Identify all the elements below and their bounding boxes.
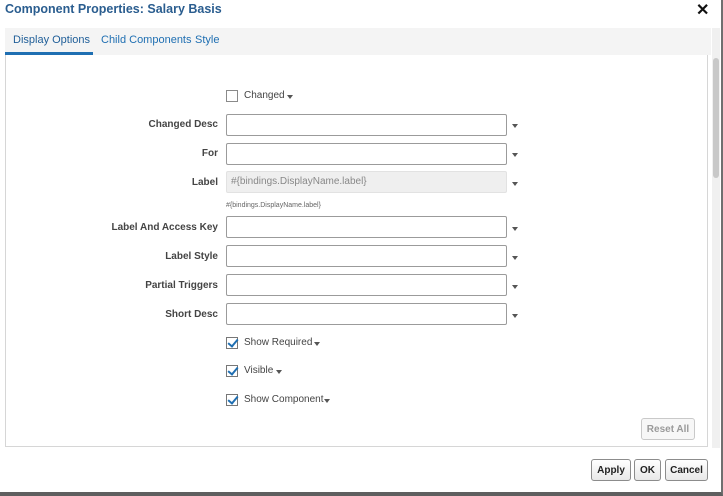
changed-desc-dropdown-icon[interactable] xyxy=(512,124,518,128)
short-desc-dropdown-icon[interactable] xyxy=(512,314,518,318)
changed-label[interactable]: Changed xyxy=(244,90,285,101)
label-access-key-label: Label And Access Key xyxy=(111,222,218,233)
label-style-input[interactable] xyxy=(226,245,507,267)
visible-label[interactable]: Visible xyxy=(244,365,273,376)
reset-all-button[interactable]: Reset All xyxy=(641,418,695,440)
changed-dropdown-icon[interactable] xyxy=(287,95,293,99)
changed-checkbox[interactable] xyxy=(226,90,238,102)
cancel-button[interactable]: Cancel xyxy=(665,459,708,481)
label-hint-text: #{bindings.DisplayName.label} xyxy=(226,202,321,209)
changed-desc-input[interactable] xyxy=(226,114,507,136)
label-style-dropdown-icon[interactable] xyxy=(512,256,518,260)
changed-desc-label: Changed Desc xyxy=(148,119,218,130)
close-icon[interactable]: ✕ xyxy=(696,0,709,20)
label-label: Label xyxy=(191,177,218,188)
ok-button[interactable]: OK xyxy=(634,459,661,481)
apply-button[interactable]: Apply xyxy=(591,459,631,481)
vertical-scrollbar[interactable] xyxy=(712,28,720,448)
show-required-dropdown-icon[interactable] xyxy=(314,342,320,346)
component-properties-dialog: Component Properties: Salary Basis ✕ Dis… xyxy=(0,0,723,496)
label-access-key-dropdown-icon[interactable] xyxy=(512,227,518,231)
label-dropdown-icon[interactable] xyxy=(512,182,518,186)
partial-triggers-dropdown-icon[interactable] xyxy=(512,285,518,289)
for-input[interactable] xyxy=(226,143,507,165)
show-component-label[interactable]: Show Component xyxy=(244,394,324,405)
label-input: #{bindings.DisplayName.label} xyxy=(226,171,507,193)
label-access-key-input[interactable] xyxy=(226,216,507,238)
tab-style[interactable]: Style xyxy=(195,34,219,46)
partial-triggers-input[interactable] xyxy=(226,274,507,296)
show-required-label[interactable]: Show Required xyxy=(244,337,312,348)
show-component-checkbox[interactable] xyxy=(226,394,238,406)
short-desc-input[interactable] xyxy=(226,303,507,325)
tab-display-options[interactable]: Display Options xyxy=(13,34,90,46)
label-style-label: Label Style xyxy=(165,251,218,262)
scrollbar-thumb[interactable] xyxy=(713,58,719,178)
visible-checkbox[interactable] xyxy=(226,365,238,377)
dialog-title: Component Properties: Salary Basis xyxy=(5,2,222,16)
show-required-checkbox[interactable] xyxy=(226,337,238,349)
short-desc-label: Short Desc xyxy=(165,309,218,320)
show-component-dropdown-icon[interactable] xyxy=(324,399,330,403)
partial-triggers-label: Partial Triggers xyxy=(145,280,218,291)
visible-dropdown-icon[interactable] xyxy=(276,370,282,374)
tab-child-components[interactable]: Child Components xyxy=(101,34,192,46)
tab-bar: Display Options Child Components Style xyxy=(5,28,711,55)
for-dropdown-icon[interactable] xyxy=(512,153,518,157)
for-label: For xyxy=(201,148,218,159)
